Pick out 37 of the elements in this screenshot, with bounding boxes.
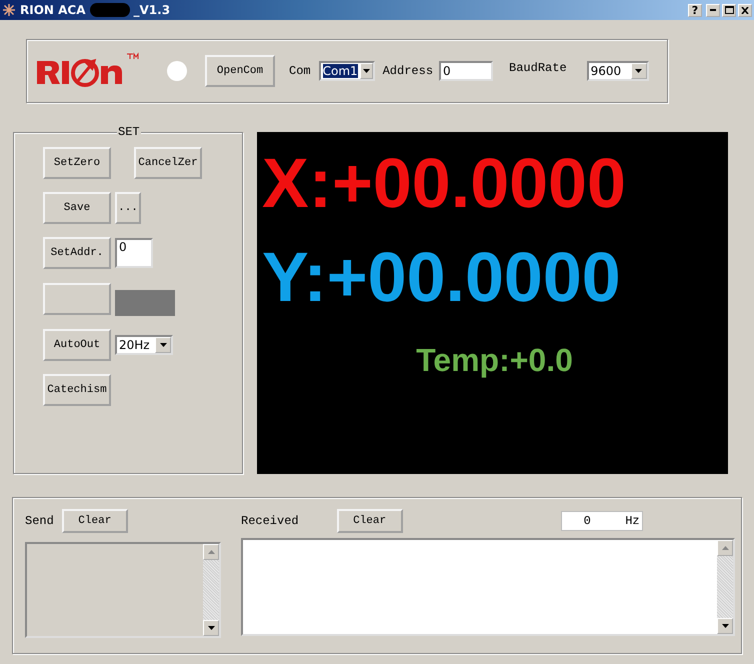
- minimize-icon: [710, 9, 716, 11]
- com-label: Com: [289, 64, 311, 78]
- browse-button[interactable]: ...: [115, 192, 141, 224]
- com-dropdown[interactable]: Com1: [318, 61, 375, 81]
- save-button[interactable]: Save: [43, 192, 111, 224]
- window-title: _V1.3: [134, 3, 170, 17]
- address-label: Address: [382, 64, 434, 78]
- frequency-value: 0: [584, 514, 591, 528]
- maximize-button[interactable]: [722, 4, 736, 16]
- x-readout: X:+00.0000: [261, 148, 626, 218]
- set-address-button[interactable]: SetAddr.: [43, 237, 111, 269]
- received-label: Received: [241, 514, 299, 528]
- close-icon: [741, 6, 749, 14]
- app-icon: [2, 3, 16, 17]
- send-label: Send: [25, 514, 54, 528]
- baudrate-dropdown[interactable]: 9600: [586, 61, 649, 81]
- address-field[interactable]: 0: [439, 61, 494, 81]
- window-title: RION ACA: [20, 3, 86, 17]
- frequency-unit: Hz: [625, 514, 640, 528]
- auto-out-button[interactable]: AutoOut: [43, 329, 111, 361]
- close-button[interactable]: [738, 4, 752, 16]
- baudrate-label: BaudRate: [509, 61, 567, 75]
- temperature-readout: Temp:+0.0: [416, 342, 573, 379]
- clear-received-button[interactable]: Clear: [336, 509, 403, 533]
- address-field[interactable]: 0: [115, 238, 153, 268]
- rate-dropdown[interactable]: 20Hz: [115, 335, 173, 355]
- minimize-button[interactable]: [706, 4, 720, 16]
- help-button[interactable]: ?: [688, 4, 702, 16]
- catechism-button[interactable]: Catechism: [43, 374, 111, 406]
- set-zero-button[interactable]: SetZero: [43, 147, 111, 179]
- open-com-button[interactable]: OpenCom: [205, 55, 275, 87]
- clear-send-button[interactable]: Clear: [62, 509, 128, 533]
- maximize-icon: [724, 6, 734, 14]
- cancel-zero-button[interactable]: CancelZer: [134, 147, 202, 179]
- dark-field: [115, 290, 175, 316]
- redaction-mark: [90, 3, 130, 17]
- y-readout: Y:+00.0000: [261, 242, 621, 312]
